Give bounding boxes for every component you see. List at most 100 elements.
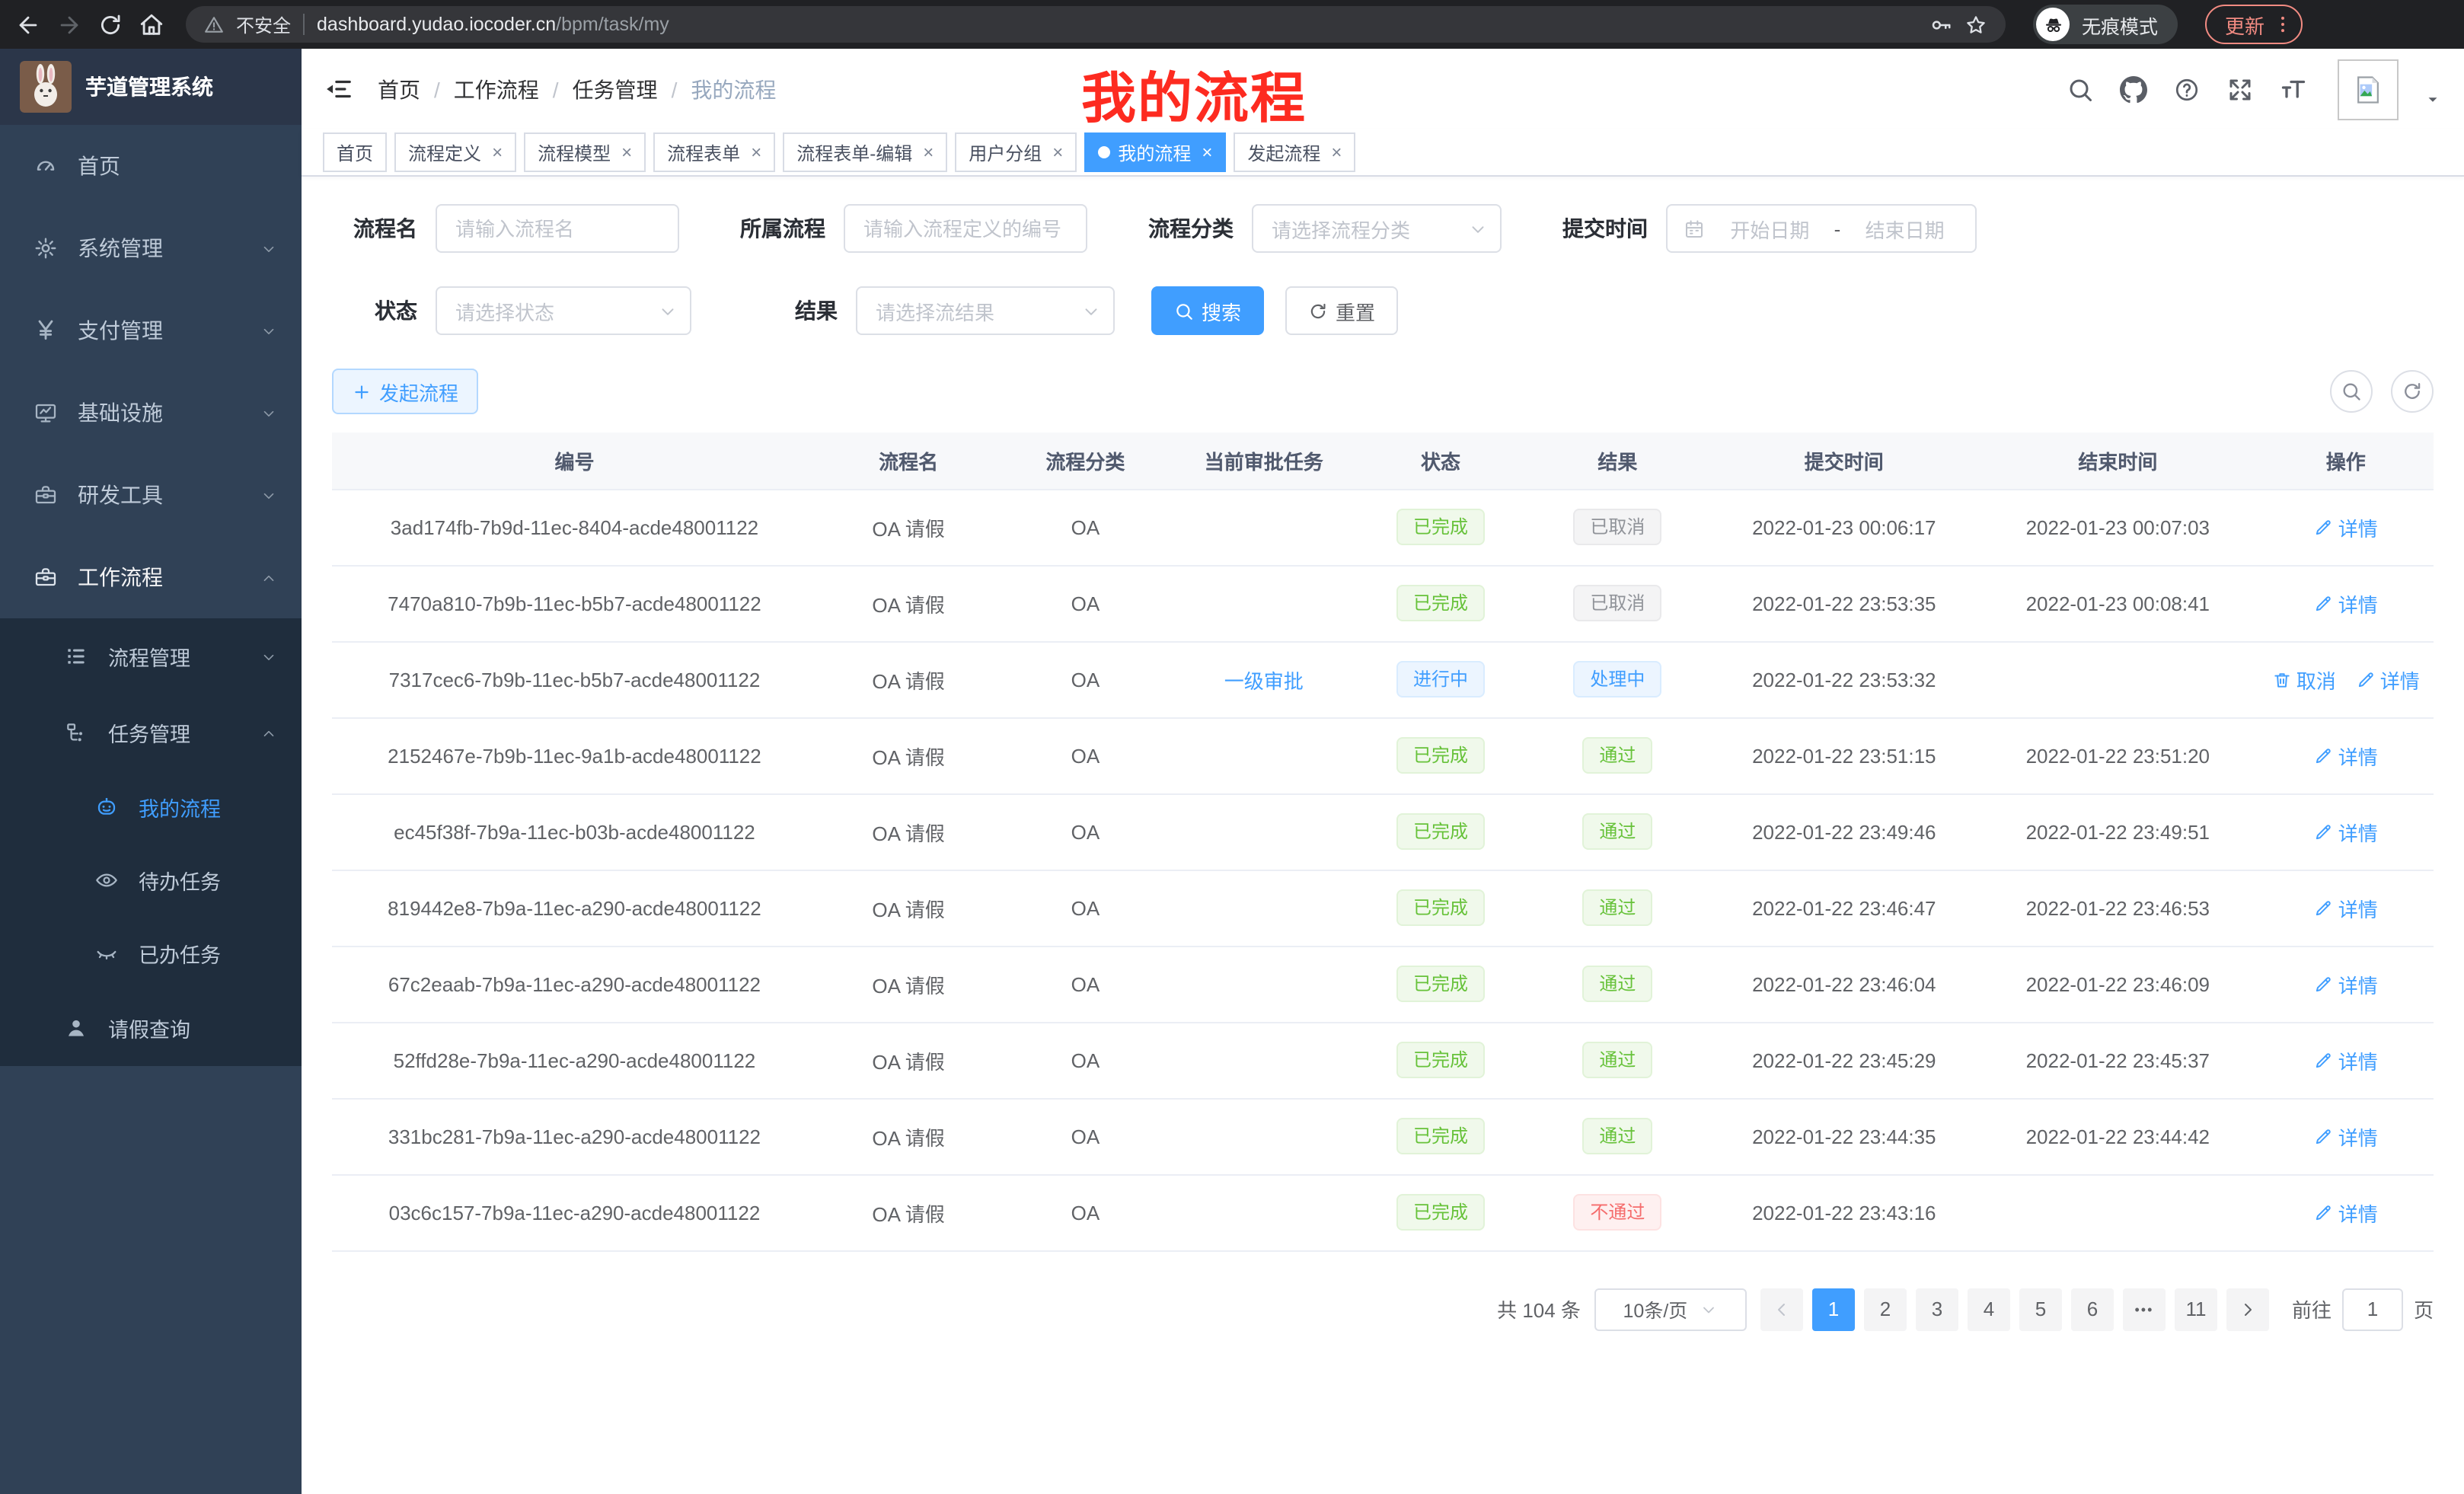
tab-close-icon[interactable]: ×: [621, 143, 632, 161]
avatar-caret-down-icon[interactable]: [2424, 91, 2441, 108]
sidebar-item-home[interactable]: 首页: [0, 125, 302, 207]
page-size-select[interactable]: 10条/页: [1594, 1288, 1747, 1330]
cell-current-task: [1171, 870, 1357, 946]
sidebar-item-task-mgmt[interactable]: 任务管理: [0, 694, 302, 771]
tab-6[interactable]: 我的流程×: [1084, 132, 1226, 172]
cancel-link[interactable]: 取消: [2272, 665, 2336, 694]
reset-button[interactable]: 重置: [1285, 286, 1398, 335]
browser-home-icon[interactable]: [139, 11, 164, 37]
header-search-icon[interactable]: [2067, 75, 2094, 103]
page-button-2[interactable]: 2: [1864, 1288, 1907, 1330]
tab-0[interactable]: 首页: [323, 132, 387, 172]
sidebar-item-todo-tasks[interactable]: 待办任务: [0, 844, 302, 917]
detail-link[interactable]: 详情: [2314, 969, 2378, 998]
tab-2[interactable]: 流程模型×: [524, 132, 646, 172]
detail-link[interactable]: 详情: [2356, 665, 2420, 694]
page-button-6[interactable]: 6: [2071, 1288, 2114, 1330]
fullscreen-icon[interactable]: [2226, 75, 2254, 103]
cell-status: 已完成: [1357, 1098, 1524, 1174]
table-refresh-button[interactable]: [2391, 370, 2434, 413]
breadcrumb-item[interactable]: 工作流程: [454, 74, 539, 104]
cell-category: OA: [1000, 489, 1170, 565]
cell-end-time: 2022-01-22 23:44:42: [1977, 1098, 2258, 1174]
cell-end-time: 2022-01-22 23:46:09: [1977, 946, 2258, 1022]
goto-page-input[interactable]: [2342, 1288, 2403, 1330]
table-search-toggle-button[interactable]: [2330, 370, 2373, 413]
tab-close-icon[interactable]: ×: [1202, 143, 1212, 161]
breadcrumb-item[interactable]: 任务管理: [573, 74, 658, 104]
cell-end-time: 2022-01-22 23:46:53: [1977, 870, 2258, 946]
category-select[interactable]: 请选择流程分类: [1252, 204, 1502, 253]
tab-1[interactable]: 流程定义×: [394, 132, 516, 172]
next-page-button[interactable]: [2226, 1288, 2269, 1330]
browser-update-button[interactable]: 更新: [2205, 5, 2303, 44]
page-button-11[interactable]: 11: [2175, 1288, 2217, 1330]
search-button[interactable]: 搜索: [1151, 286, 1264, 335]
tab-close-icon[interactable]: ×: [1052, 143, 1063, 161]
detail-link[interactable]: 详情: [2314, 512, 2378, 541]
parent-process-label: 所属流程: [716, 213, 825, 244]
filter-row-1: 流程名 所属流程 流程分类 请选择流程分类: [332, 204, 2434, 253]
status-select[interactable]: 请选择状态: [436, 286, 691, 335]
address-bar[interactable]: 不安全 dashboard.yudao.iocoder.cn/bpm/task/…: [186, 6, 2006, 43]
action-label: 详情: [2338, 741, 2378, 770]
browser-forward-icon[interactable]: [56, 11, 82, 37]
sidebar-logo-row[interactable]: 芋道管理系统: [0, 49, 302, 125]
browser-back-icon[interactable]: [15, 11, 41, 37]
result-badge: 通过: [1582, 737, 1652, 774]
password-key-icon[interactable]: [1929, 13, 1952, 36]
sidebar-item-system[interactable]: 系统管理: [0, 207, 302, 289]
parent-process-input[interactable]: [844, 204, 1087, 253]
detail-link[interactable]: 详情: [2314, 741, 2378, 770]
tab-3[interactable]: 流程表单×: [653, 132, 775, 172]
bookmark-star-icon[interactable]: [1964, 13, 1987, 36]
sidebar-collapse-icon[interactable]: [324, 75, 353, 104]
detail-link[interactable]: 详情: [2314, 1198, 2378, 1227]
current-task-link[interactable]: 一级审批: [1224, 669, 1304, 692]
sidebar-item-infra[interactable]: 基础设施: [0, 372, 302, 454]
sidebar-item-workflow[interactable]: 工作流程: [0, 536, 302, 618]
page-button-4[interactable]: 4: [1968, 1288, 2010, 1330]
github-icon[interactable]: [2120, 75, 2147, 103]
detail-link[interactable]: 详情: [2314, 1122, 2378, 1151]
date-range-picker[interactable]: 开始日期 - 结束日期: [1666, 204, 1977, 253]
help-icon[interactable]: [2173, 75, 2201, 103]
sidebar-item-process-mgmt[interactable]: 流程管理: [0, 618, 302, 694]
tab-close-icon[interactable]: ×: [923, 143, 934, 161]
prev-page-button[interactable]: [1760, 1288, 1803, 1330]
page-button-1[interactable]: 1: [1812, 1288, 1855, 1330]
page-button-5[interactable]: 5: [2019, 1288, 2062, 1330]
font-size-icon[interactable]: [2280, 75, 2307, 103]
create-process-button[interactable]: 发起流程: [332, 369, 478, 414]
sidebar-item-my-process[interactable]: 我的流程: [0, 771, 302, 844]
breadcrumb-item[interactable]: 首页: [378, 74, 420, 104]
flow-icon: [64, 720, 88, 745]
avatar[interactable]: [2338, 59, 2399, 120]
tab-7[interactable]: 发起流程×: [1234, 132, 1355, 172]
kebab-menu-icon[interactable]: [2272, 14, 2293, 35]
cell-id: 7317cec6-7b9b-11ec-b5b7-acde48001122: [332, 641, 817, 717]
browser-reload-icon[interactable]: [97, 11, 123, 37]
page-ellipsis[interactable]: •••: [2123, 1288, 2166, 1330]
detail-link[interactable]: 详情: [2314, 1045, 2378, 1074]
cell-current-task: [1171, 717, 1357, 793]
tab-close-icon[interactable]: ×: [751, 143, 761, 161]
cell-process-name: OA 请假: [817, 489, 1000, 565]
cell-process-name: OA 请假: [817, 717, 1000, 793]
sidebar-item-leave-query[interactable]: 请假查询: [0, 990, 302, 1066]
tab-close-icon[interactable]: ×: [492, 143, 503, 161]
tab-4[interactable]: 流程表单-编辑×: [783, 132, 947, 172]
process-name-input[interactable]: [436, 204, 679, 253]
tab-close-icon[interactable]: ×: [1331, 143, 1342, 161]
sidebar-item-done-tasks[interactable]: 已办任务: [0, 917, 302, 990]
page-button-3[interactable]: 3: [1916, 1288, 1958, 1330]
action-label: 详情: [2338, 512, 2378, 541]
cell-process-name: OA 请假: [817, 1022, 1000, 1098]
detail-link[interactable]: 详情: [2314, 893, 2378, 922]
result-select[interactable]: 请选择流结果: [856, 286, 1115, 335]
sidebar-item-dev-tools[interactable]: 研发工具: [0, 454, 302, 536]
sidebar-item-payment[interactable]: 支付管理: [0, 289, 302, 372]
detail-link[interactable]: 详情: [2314, 817, 2378, 846]
tab-5[interactable]: 用户分组×: [955, 132, 1077, 172]
detail-link[interactable]: 详情: [2314, 589, 2378, 618]
